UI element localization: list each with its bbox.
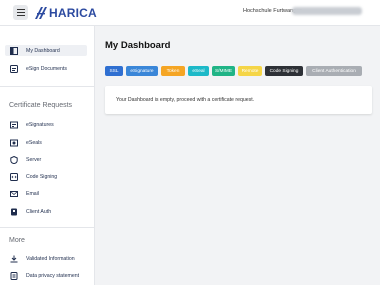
sidebar-divider	[0, 227, 95, 228]
dashboard-icon	[10, 46, 18, 55]
sidebar-item-label: eSignatures	[26, 121, 54, 128]
badge-smime[interactable]: S/MIME	[212, 66, 235, 76]
download-icon	[10, 255, 18, 262]
sidebar-item-label: eSeals	[26, 139, 42, 146]
menu-button[interactable]	[13, 5, 28, 20]
badge-esignature[interactable]: eSignature	[126, 66, 158, 76]
sidebar-item-esignatures[interactable]: eSignatures	[5, 119, 87, 130]
sidebar-item-code-signing[interactable]: Code Signing	[5, 171, 87, 182]
sidebar-item-esign-documents[interactable]: eSign Documents	[5, 63, 87, 74]
badge-token[interactable]: Token	[161, 66, 185, 76]
harica-logo-mark-icon	[35, 7, 47, 19]
empty-dashboard-message: Your Dashboard is empty, proceed with a …	[116, 97, 255, 103]
logo-text: HARICA	[49, 6, 97, 20]
email-icon	[10, 190, 18, 197]
certificate-type-badges: SSL eSignature Token eSeal S/MIME Remote…	[105, 66, 365, 76]
page-title: My Dashboard	[105, 40, 171, 51]
sidebar-item-label: Validated Information	[26, 255, 75, 262]
sidebar-item-label: My Dashboard	[26, 47, 60, 54]
sidebar-item-validated-information[interactable]: Validated Information	[5, 253, 87, 264]
server-icon	[10, 155, 18, 164]
sidebar-item-label: eSign Documents	[26, 65, 67, 72]
top-bar: HARICA Hochschule Furtwangen	[0, 0, 380, 26]
sidebar-item-data-privacy-statement[interactable]: Data privacy statement	[5, 270, 87, 281]
code-icon	[10, 172, 18, 181]
badge-code-signing[interactable]: Code Signing	[265, 66, 303, 76]
harica-logo[interactable]: HARICA	[35, 6, 97, 20]
signature-icon	[10, 121, 18, 128]
sidebar-item-label: Code Signing	[26, 173, 58, 180]
document-icon	[10, 64, 18, 73]
seal-icon	[10, 139, 18, 146]
sidebar-item-email[interactable]: Email	[5, 188, 87, 199]
section-title-more: More	[9, 237, 25, 244]
sidebar-item-label: Client Auth	[26, 208, 52, 215]
id-card-icon	[11, 208, 17, 215]
sidebar-item-server[interactable]: Server	[5, 154, 87, 165]
hamburger-icon	[16, 9, 25, 16]
sidebar-item-client-auth[interactable]: Client Auth	[5, 206, 87, 217]
sidebar-item-label: Data privacy statement	[26, 272, 80, 279]
badge-eseal[interactable]: eSeal	[188, 66, 209, 76]
sidebar-item-my-dashboard[interactable]: My Dashboard	[5, 45, 87, 56]
badge-client-authentication[interactable]: Client Authentication	[306, 66, 362, 76]
sidebar-item-label: Server	[26, 156, 42, 163]
sidebar-item-eseals[interactable]: eSeals	[5, 137, 87, 148]
sidebar: My Dashboard eSign Documents Certificate…	[0, 26, 95, 285]
privacy-icon	[10, 271, 18, 280]
user-name-redacted[interactable]	[292, 7, 362, 15]
badge-remote[interactable]: Remote	[238, 66, 262, 76]
sidebar-item-label: Email	[26, 190, 39, 197]
empty-dashboard-card: Your Dashboard is empty, proceed with a …	[105, 86, 372, 114]
section-title-certificate-requests: Certificate Requests	[9, 102, 73, 109]
sidebar-divider	[0, 86, 95, 87]
badge-ssl[interactable]: SSL	[105, 66, 123, 76]
